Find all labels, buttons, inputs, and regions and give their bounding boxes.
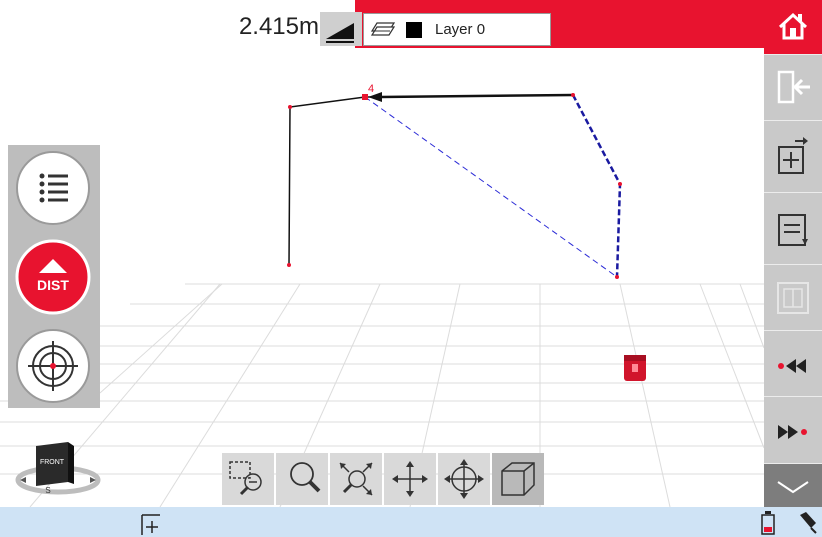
- frame-button[interactable]: [764, 264, 822, 330]
- zoom-extents-button[interactable]: [330, 453, 382, 505]
- distance-readout: 2.415m: [238, 13, 319, 40]
- slope-icon: [326, 23, 354, 43]
- collapse-button[interactable]: [764, 463, 822, 507]
- pen-icon[interactable]: [794, 509, 820, 535]
- home-button[interactable]: [764, 0, 822, 54]
- list-download-button[interactable]: [764, 192, 822, 264]
- compass-label: S: [45, 486, 50, 495]
- right-sidebar: [764, 0, 822, 507]
- zoom-button[interactable]: [276, 453, 328, 505]
- cube-view-icon: [501, 462, 535, 496]
- app-window: 4 2.415m Layer 0 DIST FRONT S: [0, 0, 822, 537]
- dist-button[interactable]: DIST: [14, 238, 92, 316]
- crosshair-icon: [16, 329, 90, 403]
- zoom-window-button[interactable]: [222, 453, 274, 505]
- orbit-button[interactable]: [438, 453, 490, 505]
- layer-name: Layer 0: [435, 21, 486, 38]
- zoom-window-icon: [229, 461, 262, 496]
- dist-label: DIST: [37, 277, 69, 293]
- step-forward-button[interactable]: [764, 396, 822, 463]
- view-cube[interactable]: FRONT S: [14, 440, 102, 498]
- exit-icon: [777, 70, 810, 104]
- step-back-icon: [778, 359, 806, 373]
- layers-icon: [370, 22, 396, 36]
- left-tool-panel: DIST: [8, 145, 100, 408]
- home-icon: [778, 12, 808, 40]
- slope-mode-button[interactable]: [320, 12, 362, 46]
- cube-view-button[interactable]: [492, 453, 544, 505]
- list-menu-button[interactable]: [14, 149, 92, 227]
- view-cube-face-label: FRONT: [40, 459, 65, 466]
- orbit-icon: [444, 459, 484, 499]
- zoom-extents-icon: [339, 462, 373, 496]
- layer-color-swatch: [406, 22, 422, 38]
- target-button[interactable]: [14, 327, 92, 405]
- measurement-points[interactable]: [287, 93, 622, 279]
- zoom-icon: [290, 462, 321, 493]
- top-bar: 2.415m Layer 0: [0, 0, 764, 48]
- bottom-status-bar: [0, 507, 822, 537]
- add-point-icon[interactable]: [138, 511, 168, 535]
- frame-icon: [777, 282, 809, 314]
- step-forward-icon: [778, 425, 807, 439]
- exit-button[interactable]: [764, 54, 822, 120]
- pan-button[interactable]: [384, 453, 436, 505]
- battery-icon: [761, 511, 775, 535]
- layer-selector[interactable]: Layer 0: [363, 13, 551, 46]
- add-list-icon: [778, 137, 808, 174]
- list-download-icon: [778, 214, 808, 246]
- measurement-lines: [288, 92, 622, 278]
- 3d-viewport[interactable]: 4: [0, 48, 764, 507]
- point-label: 4: [368, 83, 374, 95]
- add-list-button[interactable]: [764, 120, 822, 192]
- device-marker: [624, 355, 646, 381]
- pan-icon: [392, 461, 428, 497]
- step-back-button[interactable]: [764, 330, 822, 396]
- bottom-toolbar: [222, 453, 544, 505]
- list-icon: [16, 151, 90, 225]
- chevron-down-icon: [777, 481, 809, 494]
